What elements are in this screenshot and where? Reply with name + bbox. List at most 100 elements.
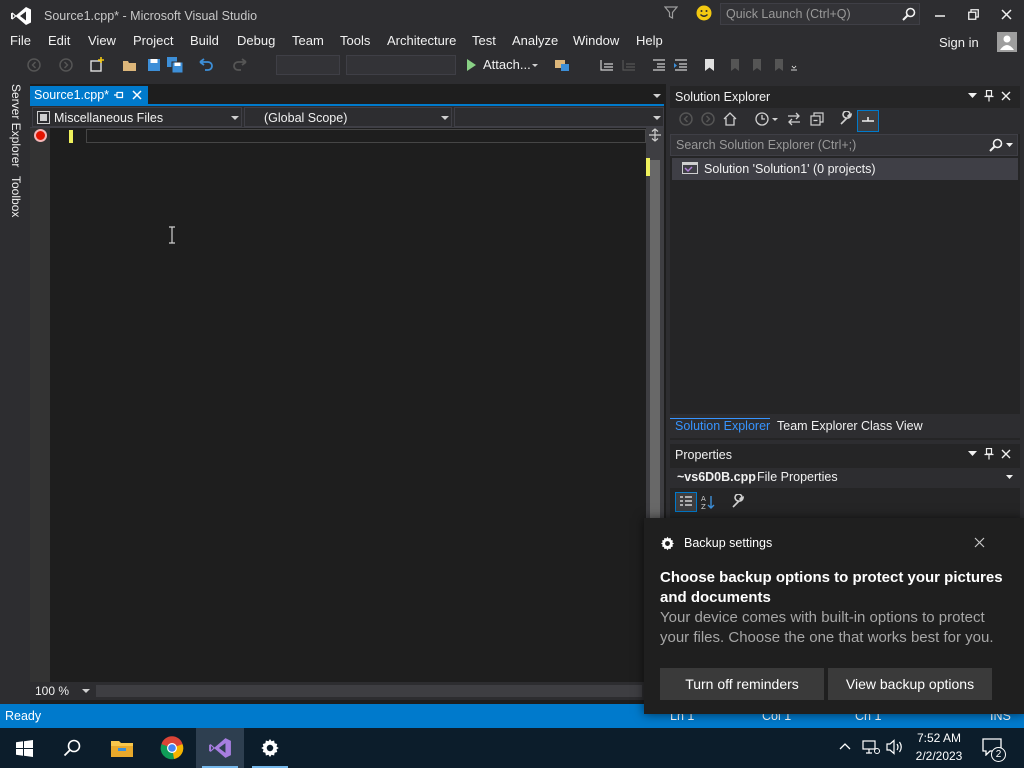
tab-team-explorer[interactable]: Team Explorer (777, 419, 858, 433)
home-icon[interactable] (722, 111, 740, 129)
breakpoint-icon[interactable] (34, 129, 47, 142)
bookmark-icon[interactable] (701, 56, 719, 74)
horizontal-scrollbar[interactable] (96, 685, 642, 697)
close-window-button[interactable] (990, 0, 1022, 28)
tab-class-view[interactable]: Class View (861, 419, 923, 433)
volume-icon[interactable] (886, 739, 904, 755)
chevron-down-icon[interactable] (82, 688, 90, 694)
menu-file[interactable]: File (10, 33, 31, 48)
quick-launch-input[interactable]: Quick Launch (Ctrl+Q) (720, 3, 920, 25)
project-scope-combo[interactable]: Miscellaneous Files (32, 107, 242, 127)
search-taskbar-icon[interactable] (48, 728, 96, 768)
save-all-icon[interactable] (166, 56, 184, 74)
settings-taskbar-icon[interactable] (246, 728, 294, 768)
solution-platform-combo[interactable] (346, 55, 456, 75)
turn-off-reminders-button[interactable]: Turn off reminders (660, 668, 824, 700)
forward-icon[interactable] (700, 111, 718, 129)
document-tab-source1[interactable]: Source1.cpp* (30, 86, 148, 104)
menu-build[interactable]: Build (190, 33, 219, 48)
previous-bookmark-icon[interactable] (725, 56, 743, 74)
view-backup-options-button[interactable]: View backup options (828, 668, 992, 700)
navigate-back-icon[interactable] (25, 56, 43, 74)
back-icon[interactable] (678, 111, 696, 129)
panel-menu-chevron-icon[interactable] (968, 93, 977, 99)
visual-studio-taskbar-icon[interactable] (196, 728, 244, 768)
file-explorer-icon[interactable] (98, 728, 146, 768)
new-project-icon[interactable] (88, 56, 106, 74)
split-window-icon[interactable] (648, 128, 662, 142)
collapse-all-icon[interactable] (809, 111, 827, 129)
clock-date[interactable]: 2/2/2023 (912, 749, 966, 763)
close-toast-icon[interactable] (974, 537, 985, 548)
browser-link-icon[interactable] (553, 56, 571, 74)
preview-selected-items-icon[interactable] (857, 110, 879, 132)
menu-project[interactable]: Project (133, 33, 173, 48)
restore-button[interactable] (957, 0, 989, 28)
member-scope-combo[interactable] (454, 107, 664, 127)
chevron-down-icon[interactable] (530, 56, 548, 74)
start-debugging-icon[interactable] (462, 56, 480, 74)
feedback-smiley-icon[interactable] (696, 5, 712, 21)
solution-tree-item[interactable]: Solution 'Solution1' (0 projects) (672, 158, 1018, 180)
solution-search-input[interactable]: Search Solution Explorer (Ctrl+;) (670, 134, 1018, 156)
menu-view[interactable]: View (88, 33, 116, 48)
action-center-icon[interactable]: 2 (982, 738, 1006, 762)
properties-object-selector[interactable]: ~vs6D0B.cpp File Properties (670, 468, 1020, 488)
chrome-icon[interactable] (148, 728, 196, 768)
zoom-level[interactable]: 100 % (35, 684, 69, 698)
pin-tab-icon[interactable] (113, 90, 124, 100)
clock-time[interactable]: 7:52 AM (912, 731, 966, 745)
next-bookmark-icon[interactable] (747, 56, 765, 74)
show-hidden-icons-chevron-icon[interactable] (839, 742, 851, 750)
menu-test[interactable]: Test (472, 33, 496, 48)
global-scope-combo[interactable]: (Global Scope) (244, 107, 452, 127)
panel-menu-chevron-icon[interactable] (968, 451, 977, 457)
menu-tools[interactable]: Tools (340, 33, 370, 48)
sign-in-link[interactable]: Sign in (939, 35, 979, 50)
menu-debug[interactable]: Debug (237, 33, 275, 48)
pin-panel-icon[interactable] (984, 448, 994, 460)
navigate-forward-icon[interactable] (57, 56, 75, 74)
categorized-view-icon[interactable] (675, 492, 697, 512)
solution-configuration-combo[interactable] (276, 55, 340, 75)
chevron-down-icon[interactable] (1006, 475, 1013, 480)
close-panel-icon[interactable] (1001, 449, 1011, 459)
menu-team[interactable]: Team (292, 33, 324, 48)
property-pages-wrench-icon[interactable] (730, 494, 746, 510)
menu-architecture[interactable]: Architecture (387, 33, 456, 48)
menu-help[interactable]: Help (636, 33, 663, 48)
comment-out-icon[interactable] (598, 56, 616, 74)
save-icon[interactable] (145, 56, 163, 74)
minimize-button[interactable] (924, 0, 956, 28)
properties-wrench-icon[interactable] (838, 111, 856, 129)
tab-list-dropdown-icon[interactable] (652, 92, 662, 100)
close-tab-icon[interactable] (132, 90, 142, 100)
network-icon[interactable] (862, 739, 880, 755)
pending-changes-filter-icon[interactable] (754, 111, 772, 129)
notification-filter-icon[interactable] (664, 6, 678, 20)
server-explorer-tab[interactable]: Server Explorer (9, 84, 23, 167)
toolbar-overflow-icon[interactable] (790, 56, 808, 74)
decrease-indent-icon[interactable] (650, 56, 668, 74)
menu-edit[interactable]: Edit (48, 33, 70, 48)
menu-analyze[interactable]: Analyze (512, 33, 558, 48)
chevron-down-icon[interactable] (1006, 143, 1013, 148)
menu-window[interactable]: Window (573, 33, 619, 48)
code-editor[interactable] (30, 84, 666, 704)
start-button[interactable] (0, 728, 48, 768)
alphabetical-view-icon[interactable]: AZ (700, 494, 716, 510)
account-avatar-icon[interactable] (997, 32, 1017, 52)
undo-icon[interactable] (197, 56, 215, 74)
uncomment-icon[interactable] (620, 56, 638, 74)
attach-button[interactable]: Attach... (483, 57, 531, 72)
clear-bookmarks-icon[interactable] (769, 56, 787, 74)
toolbox-tab[interactable]: Toolbox (9, 176, 23, 217)
redo-icon[interactable] (231, 56, 249, 74)
close-panel-icon[interactable] (1001, 91, 1011, 101)
open-file-icon[interactable] (121, 56, 139, 74)
pin-panel-icon[interactable] (984, 90, 994, 102)
increase-indent-icon[interactable] (672, 56, 690, 74)
sync-with-document-icon[interactable] (786, 111, 804, 129)
tab-solution-explorer[interactable]: Solution Explorer (675, 419, 770, 433)
indicator-margin[interactable] (30, 128, 50, 682)
